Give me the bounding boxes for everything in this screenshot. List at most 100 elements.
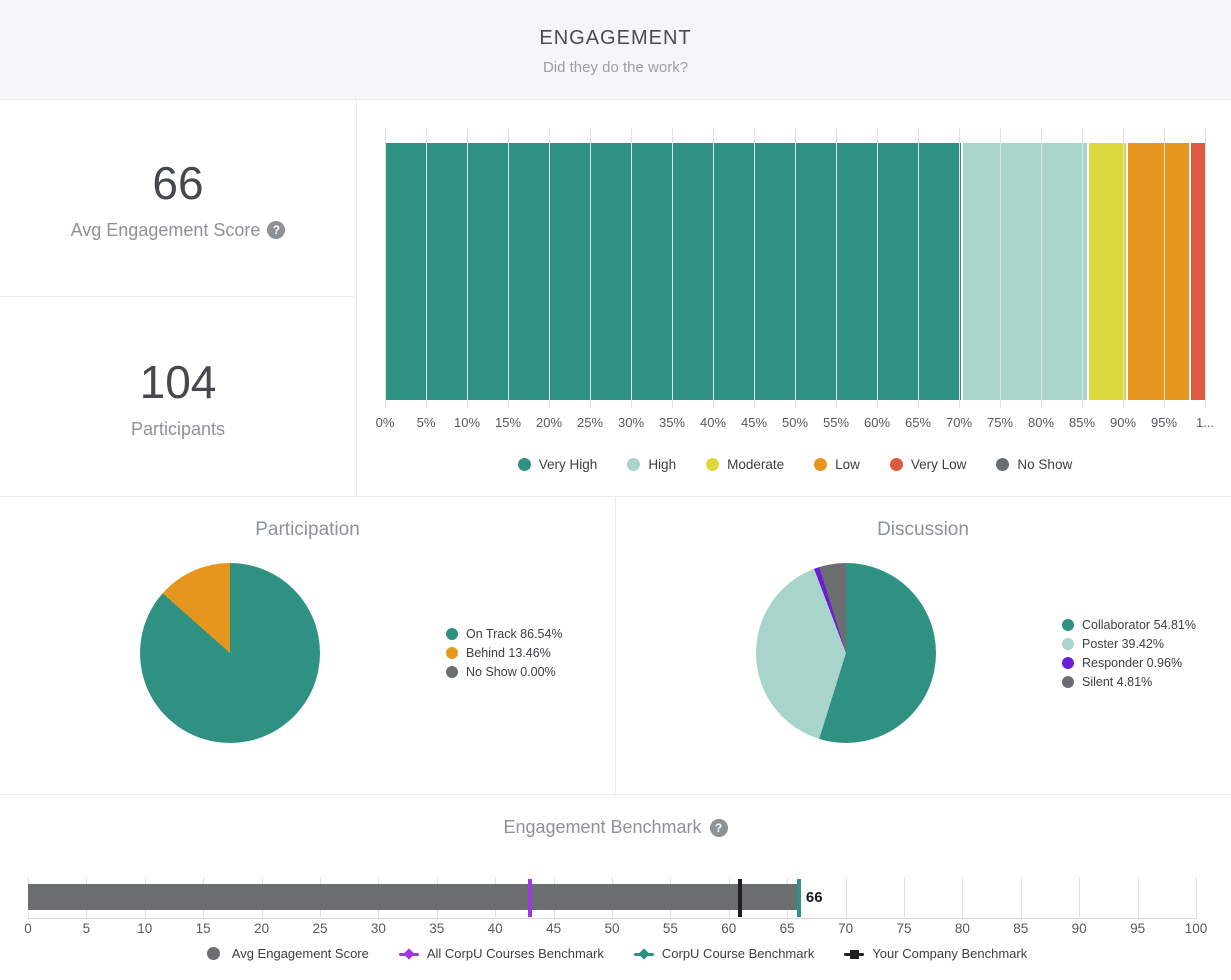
- legend-label: Moderate: [727, 457, 784, 472]
- gridline: [1021, 877, 1022, 918]
- gridline: [962, 877, 963, 918]
- bar-segment-moderate[interactable]: [1087, 143, 1126, 400]
- x-axis-tick-label: 55: [663, 921, 678, 936]
- gridline: [467, 128, 468, 408]
- x-axis-tick-label: 5%: [417, 415, 436, 430]
- legend-dot: [446, 628, 458, 640]
- x-axis-tick-label: 90: [1072, 921, 1087, 936]
- gridline: [549, 128, 550, 408]
- legend-item-corpu-course-benchmark[interactable]: CorpU Course Benchmark: [634, 946, 814, 961]
- legend-item-high[interactable]: High: [627, 457, 676, 472]
- legend-item-your-company-benchmark[interactable]: Your Company Benchmark: [844, 946, 1027, 961]
- gridline: [836, 128, 837, 408]
- bar-segment-very-low[interactable]: [1189, 143, 1205, 400]
- bar-segment-high[interactable]: [961, 143, 1087, 400]
- participation-pie-chart[interactable]: [140, 563, 320, 743]
- legend-label: CorpU Course Benchmark: [662, 946, 814, 961]
- participation-panel: Participation On Track 86.54%Behind 13.4…: [0, 497, 616, 794]
- discussion-pie-chart[interactable]: [756, 563, 936, 743]
- bar-segment-low[interactable]: [1126, 143, 1189, 400]
- gridline: [1041, 128, 1042, 408]
- page-header: ENGAGEMENT Did they do the work?: [0, 0, 1231, 100]
- x-axis-tick-label: 100: [1185, 921, 1208, 936]
- x-axis-tick-label: 85%: [1069, 415, 1095, 430]
- gridline: [426, 128, 427, 408]
- x-axis-tick-label: 0: [24, 921, 32, 936]
- participation-pie-wrap: On Track 86.54%Behind 13.46%No Show 0.00…: [0, 563, 615, 743]
- page-title: ENGAGEMENT: [0, 27, 1231, 50]
- benchmark-marker-your-company-benchmark[interactable]: [738, 879, 742, 917]
- legend-dot: [627, 458, 640, 471]
- legend-dot: [446, 647, 458, 659]
- pies-section: Participation On Track 86.54%Behind 13.4…: [0, 497, 1231, 795]
- help-icon[interactable]: ?: [267, 221, 285, 239]
- legend-dot: [1062, 638, 1074, 650]
- x-axis-tick-label: 30: [371, 921, 386, 936]
- gridline: [1123, 128, 1124, 408]
- gridline: [795, 128, 796, 408]
- legend-label: Silent 4.81%: [1082, 675, 1152, 689]
- benchmark-legend: Avg Engagement Score All CorpU Courses Be…: [0, 946, 1231, 961]
- legend-dot: [706, 458, 719, 471]
- x-axis-tick-label: 75%: [987, 415, 1013, 430]
- glyph-shape: [403, 948, 414, 959]
- x-axis-tick-label: 35: [429, 921, 444, 936]
- page-subtitle: Did they do the work?: [0, 59, 1231, 76]
- x-axis-tick-label: 90%: [1110, 415, 1136, 430]
- legend-label: Avg Engagement Score: [232, 946, 369, 961]
- legend-dot: [446, 666, 458, 678]
- benchmark-title-text: Engagement Benchmark: [503, 817, 701, 838]
- gridline: [846, 877, 847, 918]
- legend-item-very-low[interactable]: Very Low: [890, 457, 967, 472]
- gridline: [1082, 128, 1083, 408]
- legend-item-avg-engagement-score[interactable]: Avg Engagement Score: [204, 946, 369, 961]
- x-axis-tick-label: 30%: [618, 415, 644, 430]
- legend-item-no-show: No Show 0.00%: [446, 665, 563, 679]
- engagement-distribution-x-axis: 0%5%10%15%20%25%30%35%40%45%50%55%60%65%…: [385, 415, 1205, 433]
- legend-item-all-corpu-courses-benchmark[interactable]: All CorpU Courses Benchmark: [399, 946, 604, 961]
- x-axis-tick-label: 80: [955, 921, 970, 936]
- participation-legend: On Track 86.54%Behind 13.46%No Show 0.00…: [446, 627, 563, 679]
- legend-item-low[interactable]: Low: [814, 457, 860, 472]
- x-axis-tick-label: 60: [721, 921, 736, 936]
- x-axis-tick-label: 65%: [905, 415, 931, 430]
- legend-label: Your Company Benchmark: [872, 946, 1027, 961]
- gridline: [713, 128, 714, 408]
- gridline: [1205, 128, 1206, 408]
- engagement-distribution-plot: [385, 128, 1205, 408]
- benchmark-bar-avg-engagement-score[interactable]: [28, 884, 799, 910]
- legend-item-collaborator: Collaborator 54.81%: [1062, 618, 1196, 632]
- gridline: [631, 128, 632, 408]
- legend-label: No Show: [1017, 457, 1072, 472]
- x-axis-tick-label: 85: [1013, 921, 1028, 936]
- square-glyph-icon: [844, 947, 864, 961]
- x-axis-tick-label: 45%: [741, 415, 767, 430]
- x-axis-tick-label: 45: [546, 921, 561, 936]
- x-axis-tick-label: 20%: [536, 415, 562, 430]
- gridline: [1000, 128, 1001, 408]
- legend-item-no-show[interactable]: No Show: [996, 457, 1072, 472]
- gridline: [508, 128, 509, 408]
- participation-title: Participation: [0, 519, 615, 541]
- x-axis-tick-label: 50%: [782, 415, 808, 430]
- help-icon[interactable]: ?: [710, 819, 728, 837]
- x-axis-tick-label: 55%: [823, 415, 849, 430]
- x-axis-tick-label: 15: [196, 921, 211, 936]
- glyph-shape: [850, 950, 859, 959]
- x-axis-tick-label: 0%: [376, 415, 395, 430]
- x-axis-tick-label: 10: [137, 921, 152, 936]
- legend-item-moderate[interactable]: Moderate: [706, 457, 784, 472]
- participants-value: 104: [140, 355, 217, 409]
- engagement-benchmark-section: Engagement Benchmark ? 66 05101520253035…: [0, 817, 1231, 980]
- x-axis-tick-label: 65: [780, 921, 795, 936]
- x-axis-tick-label: 70%: [946, 415, 972, 430]
- participants-card: 104 Participants: [0, 297, 357, 497]
- x-axis-tick-label: 95: [1130, 921, 1145, 936]
- gridline: [918, 128, 919, 408]
- gridline: [385, 128, 386, 408]
- gridline: [1079, 877, 1080, 918]
- x-axis-tick-label: 20: [254, 921, 269, 936]
- participants-label: Participants: [131, 419, 225, 440]
- benchmark-marker-all-corpu-courses-benchmark[interactable]: [528, 879, 532, 917]
- legend-item-very-high[interactable]: Very High: [518, 457, 598, 472]
